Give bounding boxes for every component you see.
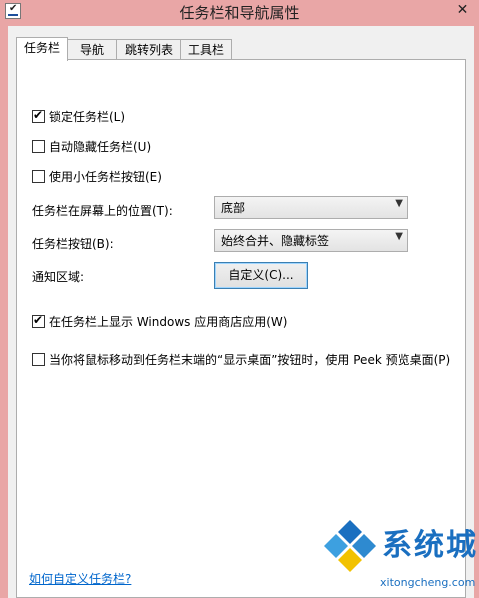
chevron-down-icon: ▼: [395, 231, 403, 242]
tab-toolbars[interactable]: 工具栏: [180, 39, 232, 60]
auto-hide-option[interactable]: 自动隐藏任务栏(U): [32, 138, 151, 155]
chevron-down-icon: ▼: [395, 198, 403, 209]
title-bar: ✔ 任务栏和导航属性 ✕: [0, 0, 479, 26]
lock-taskbar-checkbox[interactable]: ✔: [32, 108, 45, 123]
notify-label: 通知区域:: [32, 270, 85, 284]
small-buttons-checkbox[interactable]: [32, 170, 45, 183]
auto-hide-checkbox[interactable]: [32, 140, 45, 153]
peek-option[interactable]: 当你将鼠标移动到任务栏末端的“显示桌面”按钮时，使用 Peek 预览桌面(P): [32, 351, 450, 368]
small-buttons-option[interactable]: 使用小任务栏按钮(E): [32, 168, 162, 185]
watermark: 系统城 xitongcheng.com: [322, 518, 478, 598]
tab-jumplists[interactable]: 跳转列表: [116, 39, 182, 60]
buttons-label: 任务栏按钮(B):: [32, 237, 114, 251]
buttons-value: 始终合并、隐藏标签: [221, 234, 330, 248]
peek-checkbox[interactable]: [32, 353, 45, 366]
store-apps-option[interactable]: ✔ 在任务栏上显示 Windows 应用商店应用(W): [32, 313, 287, 330]
store-apps-checkbox[interactable]: ✔: [32, 313, 45, 328]
watermark-url: xitongcheng.com: [380, 576, 476, 589]
lock-taskbar-label: 锁定任务栏(L): [49, 110, 126, 124]
tab-taskbar[interactable]: 任务栏: [16, 37, 68, 61]
tab-navigation[interactable]: 导航: [66, 39, 118, 60]
buttons-dropdown[interactable]: 始终合并、隐藏标签 ▼: [214, 229, 408, 252]
checkmark-icon: ✔: [33, 313, 44, 327]
peek-label: 当你将鼠标移动到任务栏末端的“显示桌面”按钮时，使用 Peek 预览桌面(P): [49, 353, 451, 367]
help-link[interactable]: 如何自定义任务栏?: [29, 570, 131, 587]
dialog-client: 任务栏 导航 跳转列表 工具栏 ✔ 锁定任务栏(L) 自动隐藏任务栏(U) 使用…: [8, 26, 474, 598]
small-buttons-label: 使用小任务栏按钮(E): [49, 170, 162, 184]
location-value: 底部: [221, 201, 246, 215]
watermark-logo-icon: [324, 520, 376, 572]
location-dropdown[interactable]: 底部 ▼: [214, 196, 408, 219]
auto-hide-label: 自动隐藏任务栏(U): [49, 140, 152, 154]
customize-button[interactable]: 自定义(C)...: [214, 262, 308, 289]
watermark-brand: 系统城: [382, 528, 478, 563]
lock-taskbar-option[interactable]: ✔ 锁定任务栏(L): [32, 108, 125, 125]
checkmark-icon: ✔: [33, 108, 44, 122]
location-label: 任务栏在屏幕上的位置(T):: [32, 204, 173, 218]
window-title: 任务栏和导航属性: [179, 4, 300, 22]
store-apps-label: 在任务栏上显示 Windows 应用商店应用(W): [49, 315, 288, 329]
close-button[interactable]: ✕: [446, 0, 479, 20]
